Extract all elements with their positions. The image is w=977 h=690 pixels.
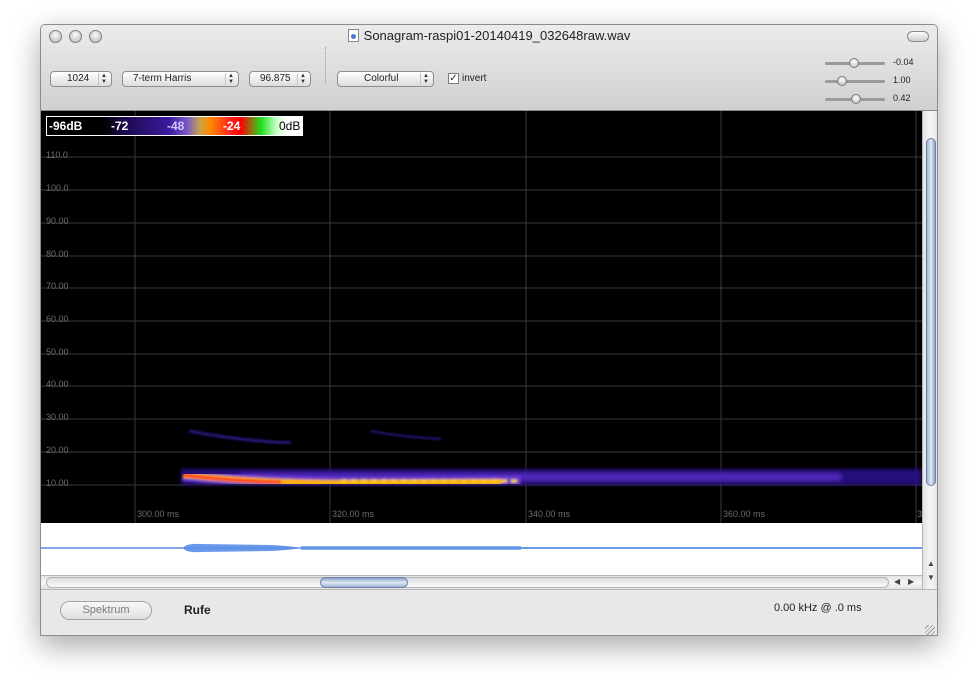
legend-label: 0dB [279, 119, 301, 133]
overlap-popup[interactable]: 96.875 ▲ ▼ [249, 71, 311, 87]
y-axis-label: 50.00 [46, 347, 69, 357]
popup-arrows-icon: ▲ ▼ [297, 73, 308, 85]
popup-arrows-icon: ▲ ▼ [225, 73, 236, 85]
rufe-label: Rufe [184, 603, 211, 617]
spectrogram-canvas [41, 111, 922, 523]
spektrum-button[interactable]: Spektrum [60, 601, 152, 620]
invert-label: invert [462, 73, 487, 84]
y-axis-label: 60.00 [46, 314, 69, 324]
window-function-value: 7-term Harris [133, 73, 192, 84]
bottom-bar: Spektrum Rufe 0.00 kHz @ .0 ms [41, 589, 937, 635]
slider-2-value: 1.00 [893, 75, 911, 85]
waveform-canvas [41, 543, 922, 553]
slider-1-value: -0.04 [893, 57, 914, 67]
document-icon[interactable] [347, 29, 359, 42]
slider-3[interactable] [825, 94, 885, 104]
scroll-left-arrow-icon[interactable]: ◀ [894, 577, 900, 586]
y-axis-label: 100.0 [46, 183, 69, 193]
x-axis-label: 320.00 ms [332, 509, 375, 519]
horizontal-scroll-thumb[interactable] [319, 577, 408, 588]
call-harmonic [188, 429, 442, 445]
spectrogram-view[interactable]: -96dB -72 -48 -24 0dB 110.0 100.0 90.00 … [41, 111, 922, 523]
slider-2[interactable] [825, 76, 885, 86]
invert-control[interactable]: ✓ invert [448, 73, 486, 84]
y-axis-label: 70.00 [46, 281, 69, 291]
vertical-scroll-thumb[interactable] [926, 138, 936, 486]
x-axis-label: 340.00 ms [528, 509, 571, 519]
popup-arrows-icon: ▲ ▼ [420, 73, 431, 85]
slider-knob[interactable] [851, 94, 861, 104]
grid-lines [41, 111, 922, 523]
y-axis-label: 110.0 [46, 150, 68, 160]
y-axis-label: 90.00 [46, 216, 69, 226]
fft-size-popup[interactable]: 1024 ▲ ▼ [50, 71, 112, 87]
y-axis-label: 80.00 [46, 249, 69, 259]
window-title-text: Sonagram-raspi01-20140419_032648raw.wav [363, 28, 631, 43]
window-function-popup[interactable]: 7-term Harris ▲ ▼ [122, 71, 239, 87]
horizontal-scroll-track[interactable] [46, 577, 889, 588]
legend-label: -24 [223, 119, 241, 133]
y-axis-label: 40.00 [46, 379, 69, 389]
toolbar-separator [325, 47, 326, 83]
slider-3-value: 0.42 [893, 93, 911, 103]
slider-knob[interactable] [848, 58, 859, 68]
horizontal-scrollbar[interactable]: ◀ ▶ [41, 575, 922, 589]
window-title: Sonagram-raspi01-20140419_032648raw.wav [41, 28, 937, 43]
popup-arrows-icon: ▲ ▼ [98, 73, 109, 85]
color-scale-legend: -96dB -72 -48 -24 0dB [46, 116, 303, 136]
legend-label: -72 [111, 119, 129, 133]
legend-label: -48 [167, 119, 185, 133]
cursor-status: 0.00 kHz @ .0 ms [774, 602, 862, 614]
vertical-scrollbar[interactable]: ▲ ▼ [922, 111, 937, 589]
slider-1[interactable] [825, 58, 885, 68]
x-axis-label: 360.00 ms [723, 509, 766, 519]
scroll-down-arrow-icon[interactable]: ▼ [923, 573, 937, 582]
invert-checkbox[interactable]: ✓ [448, 73, 459, 84]
resize-grip-icon[interactable] [925, 625, 935, 635]
y-axis-label: 20.00 [46, 445, 69, 455]
palette-popup[interactable]: Colorful ▲ ▼ [337, 71, 434, 87]
y-axis-label: 10.00 [46, 478, 69, 488]
scroll-up-arrow-icon[interactable]: ▲ [923, 559, 937, 568]
legend-label: -96dB [49, 119, 83, 133]
toolbar: Sonagram-raspi01-20140419_032648raw.wav … [41, 25, 937, 111]
slider-knob[interactable] [837, 76, 847, 86]
main-window: Sonagram-raspi01-20140419_032648raw.wav … [40, 24, 938, 636]
y-axis-label: 30.00 [46, 412, 69, 422]
scroll-right-arrow-icon[interactable]: ▶ [908, 577, 914, 586]
x-axis-label: 300.00 ms [137, 509, 180, 519]
waveform-view[interactable] [41, 523, 922, 575]
